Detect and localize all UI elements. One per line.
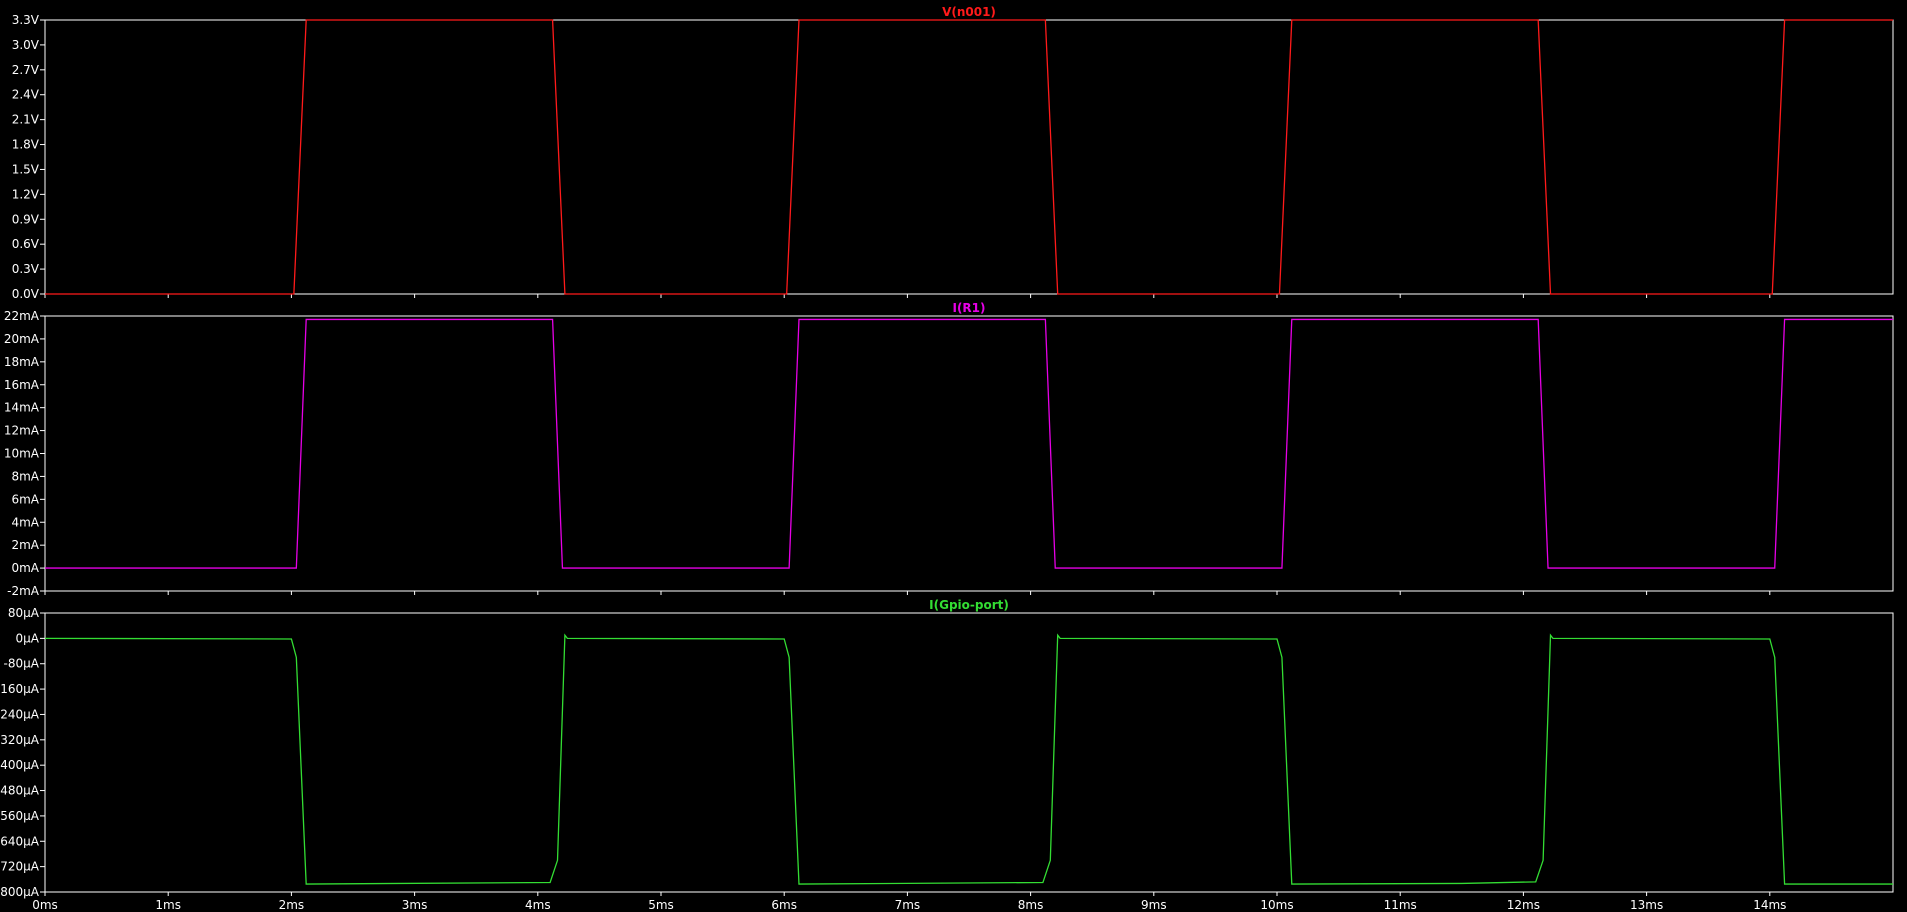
y-tick-label: -320µA [0, 733, 40, 747]
x-tick-label: 11ms [1384, 898, 1417, 912]
y-tick-label: 0mA [11, 561, 39, 575]
y-tick-label: 6mA [11, 492, 39, 506]
trace-title[interactable]: I(R1) [952, 301, 985, 315]
y-tick-label: 2mA [11, 538, 39, 552]
y-tick-label: 80µA [8, 606, 40, 620]
y-tick-label: -560µA [0, 809, 40, 823]
y-tick-label: -2mA [7, 584, 40, 598]
trace-line[interactable] [45, 318, 1893, 569]
x-tick-label: 8ms [1018, 898, 1044, 912]
y-tick-label: -400µA [0, 758, 40, 772]
trace-line[interactable] [44, 633, 1893, 885]
time-axis: 0ms 1ms 2ms 3ms 4ms 5ms 6ms 7ms 8ms 9ms 10ms 11ms 12… [32, 898, 1786, 912]
x-tick-label: 1ms [155, 898, 181, 912]
y-tick-label: 12mA [4, 424, 40, 438]
y-tick-label: 8mA [11, 469, 39, 483]
y-tick-label: 3.3V [12, 13, 40, 27]
x-tick-label: 0ms [32, 898, 58, 912]
y-tick-label: 1.5V [12, 162, 40, 176]
plot-frame [44, 315, 1894, 592]
y-tick-label: 0.9V [12, 212, 40, 226]
trace-title[interactable]: V(n001) [942, 5, 996, 19]
y-tick-label: -480µA [0, 784, 40, 798]
y-tick-label: 1.2V [12, 187, 40, 201]
y-tick-label: -80µA [4, 657, 40, 671]
y-tick-label: 0.0V [12, 287, 40, 301]
y-tick-label: -800µA [0, 885, 40, 899]
y-tick-label: 10mA [4, 447, 40, 461]
y-tick-label: 16mA [4, 378, 40, 392]
x-tick-label: 7ms [895, 898, 921, 912]
y-tick-label: 2.1V [12, 113, 40, 127]
y-tick-label: 0.3V [12, 262, 40, 276]
trace-title[interactable]: I(Gpio-port) [929, 598, 1009, 612]
resistor-current-pane: I(R1) -2mA 0mA 2mA 4mA 6mA 8mA 10mA 12mA 14mA 16mA… [4, 301, 1894, 598]
voltage-pane: V(n001) 0.0V 0.3V 0.6V 0.9V 1.2V 1.5V 1.8V 2.1V 2… [12, 5, 1894, 301]
x-tick-label: 9ms [1141, 898, 1167, 912]
y-tick-label: 0µA [16, 631, 40, 645]
y-tick-label: 18mA [4, 355, 40, 369]
x-tick-label: 2ms [279, 898, 305, 912]
y-tick-label: -640µA [0, 834, 40, 848]
plot-panes: V(n001) 0.0V 0.3V 0.6V 0.9V 1.2V 1.5V 1.8V 2.1V 2… [0, 5, 1894, 899]
x-tick-label: 4ms [525, 898, 551, 912]
x-tick-label: 10ms [1260, 898, 1293, 912]
x-tick-label: 12ms [1507, 898, 1540, 912]
y-tick-label: 4mA [11, 515, 39, 529]
y-tick-label: 20mA [4, 332, 40, 346]
gpio-current-pane: I(Gpio-port) -800µA -720µA -640µA -560µA -480… [0, 598, 1894, 899]
y-tick-label: -720µA [0, 860, 40, 874]
y-tick-label: 2.7V [12, 63, 40, 77]
y-tick-label: 22mA [4, 309, 40, 323]
x-tick-label: 5ms [648, 898, 674, 912]
y-tick-label: 2.4V [12, 88, 40, 102]
y-tick-label: 0.6V [12, 237, 40, 251]
trace-line[interactable] [45, 19, 1893, 295]
y-tick-label: 14mA [4, 401, 40, 415]
waveform-viewer: V(n001) 0.0V 0.3V 0.6V 0.9V 1.2V 1.5V 1.8V 2.1V 2… [0, 5, 1894, 912]
y-tick-label: -240µA [0, 707, 40, 721]
x-tick-label: 14ms [1753, 898, 1786, 912]
x-tick-label: 6ms [771, 898, 797, 912]
plot-frame [44, 612, 1894, 893]
y-tick-label: 3.0V [12, 38, 40, 52]
x-tick-label: 13ms [1630, 898, 1663, 912]
y-tick-label: 1.8V [12, 138, 40, 152]
y-tick-label: -160µA [0, 682, 40, 696]
x-tick-label: 3ms [402, 898, 428, 912]
plot-frame [44, 19, 1894, 295]
